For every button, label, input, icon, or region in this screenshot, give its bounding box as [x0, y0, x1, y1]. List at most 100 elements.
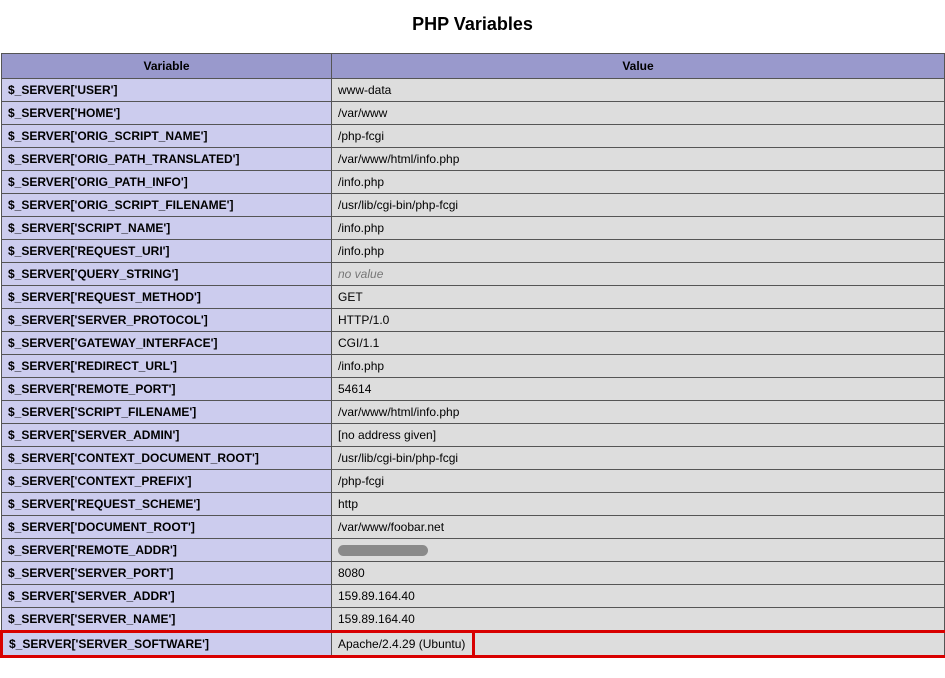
page-container: PHP Variables Variable Value $_SERVER['U… [0, 14, 945, 678]
variable-name-cell: $_SERVER['CONTEXT_PREFIX'] [2, 470, 332, 493]
variable-name-cell: $_SERVER['ORIG_PATH_TRANSLATED'] [2, 148, 332, 171]
variable-value-cell: /info.php [332, 217, 945, 240]
value-text: /var/www/html/info.php [338, 405, 459, 419]
variable-value-cell: /info.php [332, 240, 945, 263]
table-row: $_SERVER['SCRIPT_FILENAME'] /var/www/html… [2, 401, 945, 424]
variable-name-cell: $_SERVER['SERVER_PORT'] [2, 562, 332, 585]
variable-name-cell: $_SERVER['REQUEST_METHOD'] [2, 286, 332, 309]
highlight-cap [472, 632, 475, 657]
variable-value-cell: no value [332, 263, 945, 286]
variable-name-cell: $_SERVER['SCRIPT_FILENAME'] [2, 401, 332, 424]
variable-name-cell: $_SERVER['REQUEST_SCHEME'] [2, 493, 332, 516]
table-row: $_SERVER['SCRIPT_NAME']/info.php [2, 217, 945, 240]
variable-value-cell: /info.php [332, 171, 945, 194]
table-row: $_SERVER['REQUEST_URI'] /info.php [2, 240, 945, 263]
variable-name-cell: $_SERVER['SERVER_ADDR'] [2, 585, 332, 608]
variable-value-cell: Apache/2.4.29 (Ubuntu) [332, 632, 945, 657]
column-header-value: Value [332, 54, 945, 79]
variable-value-cell [332, 539, 945, 562]
variable-name-cell: $_SERVER['GATEWAY_INTERFACE'] [2, 332, 332, 355]
table-row: $_SERVER['ORIG_PATH_INFO'] /info.php [2, 171, 945, 194]
value-text: /var/www [338, 106, 387, 120]
table-row: $_SERVER['CONTEXT_DOCUMENT_ROOT'] /usr/li… [2, 447, 945, 470]
table-row: $_SERVER['REDIRECT_URL'] /info.php [2, 355, 945, 378]
variable-value-cell: /var/www/html/info.php [332, 148, 945, 171]
no-value-text: no value [338, 267, 383, 281]
table-row: $_SERVER['REMOTE_ADDR'] [2, 539, 945, 562]
variable-value-cell: /php-fcgi [332, 470, 945, 493]
variable-value-cell: /php-fcgi [332, 125, 945, 148]
variable-value-cell: www-data [332, 79, 945, 102]
value-text: /usr/lib/cgi-bin/php-fcgi [338, 451, 458, 465]
table-row: $_SERVER['GATEWAY_INTERFACE'] CGI/1.1 [2, 332, 945, 355]
value-text: [no address given] [338, 428, 436, 442]
value-text: CGI/1.1 [338, 336, 379, 350]
value-text: /info.php [338, 244, 384, 258]
variable-value-cell: HTTP/1.0 [332, 309, 945, 332]
table-row: $_SERVER['SERVER_SOFTWARE'] Apache/2.4.29… [2, 632, 945, 657]
variable-name-cell: $_SERVER['USER'] [2, 79, 332, 102]
value-text: /var/www/foobar.net [338, 520, 444, 534]
table-row: $_SERVER['QUERY_STRING'] no value [2, 263, 945, 286]
variable-name-cell: $_SERVER['SERVER_ADMIN'] [2, 424, 332, 447]
value-text: 159.89.164.40 [338, 612, 415, 626]
table-row: $_SERVER['SERVER_PORT'] 8080 [2, 562, 945, 585]
variable-name-cell: $_SERVER['HOME'] [2, 102, 332, 125]
variable-value-cell: /usr/lib/cgi-bin/php-fcgi [332, 194, 945, 217]
variable-value-cell: [no address given] [332, 424, 945, 447]
variable-value-cell: /var/www/foobar.net [332, 516, 945, 539]
value-text: GET [338, 290, 363, 304]
value-text: www-data [338, 83, 391, 97]
table-row: $_SERVER['SERVER_PROTOCOL'] HTTP/1.0 [2, 309, 945, 332]
variable-value-cell: GET [332, 286, 945, 309]
variable-name-cell: $_SERVER['DOCUMENT_ROOT'] [2, 516, 332, 539]
variable-name-cell: $_SERVER['REDIRECT_URL'] [2, 355, 332, 378]
table-row: $_SERVER['REQUEST_SCHEME'] http [2, 493, 945, 516]
column-header-variable: Variable [2, 54, 332, 79]
value-text: 159.89.164.40 [338, 589, 415, 603]
variable-name-cell: $_SERVER['QUERY_STRING'] [2, 263, 332, 286]
table-header-row: Variable Value [2, 54, 945, 79]
variable-value-cell: /info.php [332, 355, 945, 378]
variable-value-cell: /var/www/html/info.php [332, 401, 945, 424]
table-row: $_SERVER['SERVER_ADDR'] 159.89.164.40 [2, 585, 945, 608]
variable-name-cell: $_SERVER['CONTEXT_DOCUMENT_ROOT'] [2, 447, 332, 470]
value-text: 54614 [338, 382, 371, 396]
value-text: /php-fcgi [338, 474, 384, 488]
table-row: $_SERVER['REMOTE_PORT'] 54614 [2, 378, 945, 401]
value-text: 8080 [338, 566, 365, 580]
variable-name-cell: $_SERVER['REQUEST_URI'] [2, 240, 332, 263]
value-text: HTTP/1.0 [338, 313, 389, 327]
variable-value-cell: 54614 [332, 378, 945, 401]
value-text: /usr/lib/cgi-bin/php-fcgi [338, 198, 458, 212]
variable-value-cell: CGI/1.1 [332, 332, 945, 355]
table-row: $_SERVER['HOME'] /var/www [2, 102, 945, 125]
variable-name-cell: $_SERVER['ORIG_PATH_INFO'] [2, 171, 332, 194]
table-row: $_SERVER['SERVER_ADMIN'] [no address give… [2, 424, 945, 447]
variable-value-cell: 159.89.164.40 [332, 585, 945, 608]
table-row: $_SERVER['ORIG_PATH_TRANSLATED']/var/www… [2, 148, 945, 171]
value-text: /php-fcgi [338, 129, 384, 143]
variable-value-cell: 159.89.164.40 [332, 608, 945, 632]
table-row: $_SERVER['REQUEST_METHOD'] GET [2, 286, 945, 309]
table-row: $_SERVER['CONTEXT_PREFIX'] /php-fcgi [2, 470, 945, 493]
value-text: /info.php [338, 221, 384, 235]
value-text: http [338, 497, 358, 511]
php-variables-table: Variable Value $_SERVER['USER']www-data$… [0, 53, 945, 658]
table-row: $_SERVER['USER'] www-data [2, 79, 945, 102]
variable-name-cell: $_SERVER['SERVER_NAME'] [2, 608, 332, 632]
table-row: $_SERVER['ORIG_SCRIPT_FILENAME']/usr/lib… [2, 194, 945, 217]
variable-value-cell: /var/www [332, 102, 945, 125]
variable-value-cell: /usr/lib/cgi-bin/php-fcgi [332, 447, 945, 470]
table-row: $_SERVER['ORIG_SCRIPT_NAME'] /php-fcgi [2, 125, 945, 148]
variable-name-cell: $_SERVER['SERVER_SOFTWARE'] [2, 632, 332, 657]
variable-name-cell: $_SERVER['REMOTE_ADDR'] [2, 539, 332, 562]
variable-name-cell: $_SERVER['ORIG_SCRIPT_NAME'] [2, 125, 332, 148]
variable-name-cell: $_SERVER['SERVER_PROTOCOL'] [2, 309, 332, 332]
value-text: /info.php [338, 359, 384, 373]
variable-name-cell: $_SERVER['REMOTE_PORT'] [2, 378, 332, 401]
table-row: $_SERVER['DOCUMENT_ROOT'] /var/www/foobar… [2, 516, 945, 539]
value-text: /info.php [338, 175, 384, 189]
page-title: PHP Variables [0, 14, 945, 35]
value-text: Apache/2.4.29 (Ubuntu) [338, 637, 465, 651]
